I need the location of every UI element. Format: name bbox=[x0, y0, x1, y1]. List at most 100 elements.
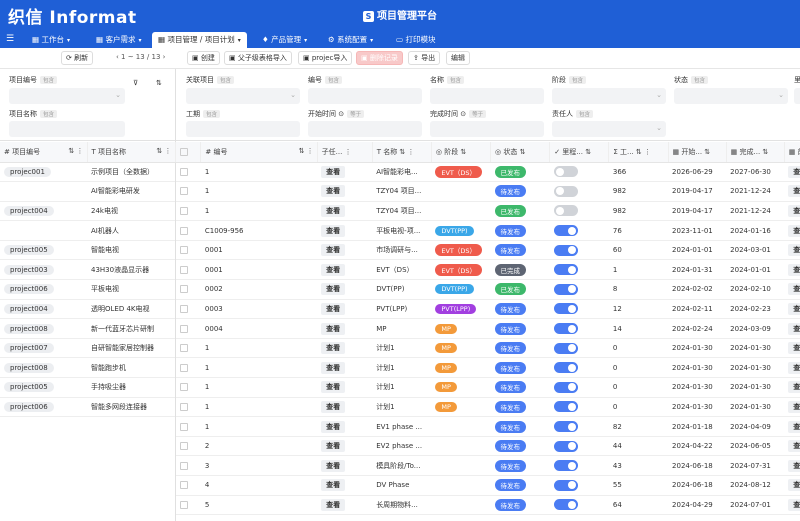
row-checkbox[interactable] bbox=[176, 181, 201, 202]
view-button[interactable]: 查看 bbox=[321, 440, 346, 453]
view-button[interactable]: 查看 bbox=[788, 283, 800, 296]
row-checkbox[interactable] bbox=[176, 201, 201, 222]
milestone-toggle[interactable] bbox=[553, 205, 578, 217]
project-code-pill[interactable]: project005 bbox=[4, 382, 54, 393]
view-button[interactable]: 查看 bbox=[321, 185, 346, 198]
view-button[interactable]: 查看 bbox=[321, 400, 346, 413]
filter-phase-select[interactable]: ⌄ bbox=[552, 88, 666, 104]
table-row[interactable]: 3 查看 模具阶段/To... 待发布 43 2024-06-18 2024-0… bbox=[176, 455, 800, 476]
menu-icon[interactable]: ☰ bbox=[6, 34, 14, 44]
project-code-pill[interactable]: project008 bbox=[4, 323, 54, 334]
milestone-toggle[interactable] bbox=[553, 479, 578, 491]
view-button[interactable]: 查看 bbox=[321, 479, 346, 492]
filter-name-input[interactable] bbox=[430, 88, 544, 104]
view-button[interactable]: 查看 bbox=[788, 185, 800, 198]
view-button[interactable]: 查看 bbox=[321, 244, 346, 257]
col-header-name[interactable]: T 名称 ⇅ ⋮ bbox=[372, 142, 432, 163]
view-button[interactable]: 查看 bbox=[321, 322, 346, 335]
view-button[interactable]: 查看 bbox=[321, 361, 346, 374]
col-header-milestone[interactable]: ✓ 里程... ⇅ bbox=[549, 142, 610, 163]
row-checkbox[interactable] bbox=[176, 416, 201, 437]
view-button[interactable]: 查看 bbox=[321, 224, 346, 237]
filter-status-select[interactable]: ⌄ bbox=[674, 88, 788, 104]
milestone-toggle[interactable] bbox=[553, 499, 578, 511]
milestone-toggle[interactable] bbox=[553, 401, 578, 413]
table-row[interactable]: AI智能彩电研发 bbox=[0, 181, 175, 202]
row-checkbox[interactable] bbox=[176, 397, 201, 418]
view-button[interactable]: 查看 bbox=[321, 420, 346, 433]
project-name-cell[interactable]: 智能跑步机 bbox=[87, 357, 175, 379]
project-name-cell[interactable]: 智能电视 bbox=[87, 240, 175, 261]
project-name-cell[interactable]: 平板电视 bbox=[87, 279, 175, 300]
project-name-cell[interactable]: AI机器人 bbox=[87, 220, 175, 241]
col-header-project-code[interactable]: # 项目编号 ⇅ ⋮ bbox=[0, 142, 88, 163]
table-row[interactable]: projec001 示例项目（全数据） bbox=[0, 162, 175, 183]
filter-start-time-input[interactable] bbox=[308, 121, 422, 137]
row-checkbox[interactable] bbox=[176, 357, 201, 379]
row-checkbox[interactable] bbox=[176, 436, 201, 457]
milestone-toggle[interactable] bbox=[553, 440, 578, 452]
row-checkbox[interactable] bbox=[176, 162, 201, 183]
col-header-phase[interactable]: ◎ 阶段 ⇅ bbox=[431, 142, 492, 163]
col-header-project-name[interactable]: T 项目名称 ⇅ ⋮ bbox=[87, 142, 176, 163]
milestone-toggle[interactable] bbox=[553, 283, 578, 295]
filter-project-name-input[interactable] bbox=[9, 121, 125, 137]
row-checkbox[interactable] bbox=[176, 240, 201, 261]
select-all-checkbox[interactable] bbox=[176, 142, 202, 163]
view-button[interactable]: 查看 bbox=[788, 204, 800, 217]
milestone-toggle[interactable] bbox=[553, 342, 578, 354]
table-row[interactable]: 0001 查看 市场调研与... EVT（DS） 待发布 60 2024-01-… bbox=[176, 240, 800, 261]
table-row[interactable]: 1 查看 AI智能彩电... EVT（DS） 已发布 366 2026-06-2… bbox=[176, 162, 800, 183]
project-code-pill[interactable]: project007 bbox=[4, 343, 54, 354]
milestone-toggle[interactable] bbox=[553, 264, 578, 276]
tab-workbench[interactable]: ▦ 工作台 ▾ bbox=[26, 32, 86, 48]
view-button[interactable]: 查看 bbox=[321, 204, 346, 217]
col-header-pre[interactable]: ▦ 前 bbox=[784, 142, 800, 163]
view-button[interactable]: 查看 bbox=[788, 244, 800, 257]
filter-duration-input[interactable] bbox=[186, 121, 300, 137]
table-row[interactable]: 2 查看 EV2 phase ... 待发布 44 2024-04-22 202… bbox=[176, 436, 800, 457]
row-checkbox[interactable] bbox=[176, 338, 201, 359]
row-checkbox[interactable] bbox=[176, 220, 201, 241]
table-row[interactable]: 0004 查看 MP MP 待发布 14 2024-02-24 2024-03-… bbox=[176, 318, 800, 339]
tab-system-config[interactable]: ⚙ 系统配置 ▾ bbox=[322, 32, 386, 48]
delete-record-button[interactable]: ▣ 删除记录 bbox=[356, 51, 403, 65]
row-checkbox[interactable] bbox=[176, 495, 201, 516]
table-row[interactable]: 1 查看 计划1 MP 待发布 0 2024-01-30 2024-01-30 … bbox=[176, 357, 800, 379]
table-row[interactable]: 5 查看 长周期物料... 待发布 64 2024-04-29 2024-07-… bbox=[176, 495, 800, 516]
filter-number-input[interactable] bbox=[308, 88, 422, 104]
project-name-cell[interactable]: 示例项目（全数据） bbox=[87, 162, 175, 183]
create-button[interactable]: ▣ 创建 bbox=[187, 51, 220, 65]
project-name-cell[interactable]: 43H30液晶显示器 bbox=[87, 259, 175, 281]
row-checkbox[interactable] bbox=[176, 455, 201, 476]
project-code-pill[interactable]: project003 bbox=[4, 264, 54, 275]
view-button[interactable]: 查看 bbox=[321, 381, 346, 394]
table-row[interactable]: 4 查看 DV Phase 待发布 55 2024-06-18 2024-08-… bbox=[176, 475, 800, 496]
table-row[interactable]: project008 新一代蓝牙芯片研制 bbox=[0, 318, 175, 339]
filter-related-project-select[interactable]: ⌄ bbox=[186, 88, 300, 104]
view-button[interactable]: 查看 bbox=[321, 459, 346, 472]
project-name-cell[interactable]: 24k电视 bbox=[87, 201, 175, 222]
view-button[interactable]: 查看 bbox=[321, 165, 346, 178]
milestone-toggle[interactable] bbox=[553, 421, 578, 433]
table-row[interactable]: project008 智能跑步机 bbox=[0, 357, 175, 379]
project-name-cell[interactable]: 智能多网段连接器 bbox=[87, 397, 175, 418]
milestone-toggle[interactable] bbox=[553, 225, 578, 237]
col-header-number[interactable]: # 编号 ⇅ ⋮ bbox=[200, 142, 318, 163]
view-button[interactable]: 查看 bbox=[788, 361, 800, 374]
pager[interactable]: ‹ 1 ~ 13 / 13 › bbox=[116, 53, 165, 61]
view-button[interactable]: 查看 bbox=[788, 459, 800, 472]
view-button[interactable]: 查看 bbox=[321, 302, 346, 315]
table-row[interactable]: 1 查看 TZY04 项目... 待发布 982 2019-04-17 2021… bbox=[176, 181, 800, 202]
import-parent-child-button[interactable]: ▣ 父子级表格导入 bbox=[224, 51, 292, 65]
view-button[interactable]: 查看 bbox=[788, 381, 800, 394]
filter-owner-select[interactable]: ⌄ bbox=[552, 121, 666, 137]
view-button[interactable]: 查看 bbox=[788, 440, 800, 453]
row-checkbox[interactable] bbox=[176, 318, 201, 339]
view-button[interactable]: 查看 bbox=[321, 498, 346, 511]
filter-end-time-input[interactable] bbox=[430, 121, 544, 137]
filter-milestone-input[interactable] bbox=[794, 88, 800, 104]
row-checkbox[interactable] bbox=[176, 279, 201, 300]
view-button[interactable]: 查看 bbox=[788, 322, 800, 335]
view-button[interactable]: 查看 bbox=[788, 420, 800, 433]
